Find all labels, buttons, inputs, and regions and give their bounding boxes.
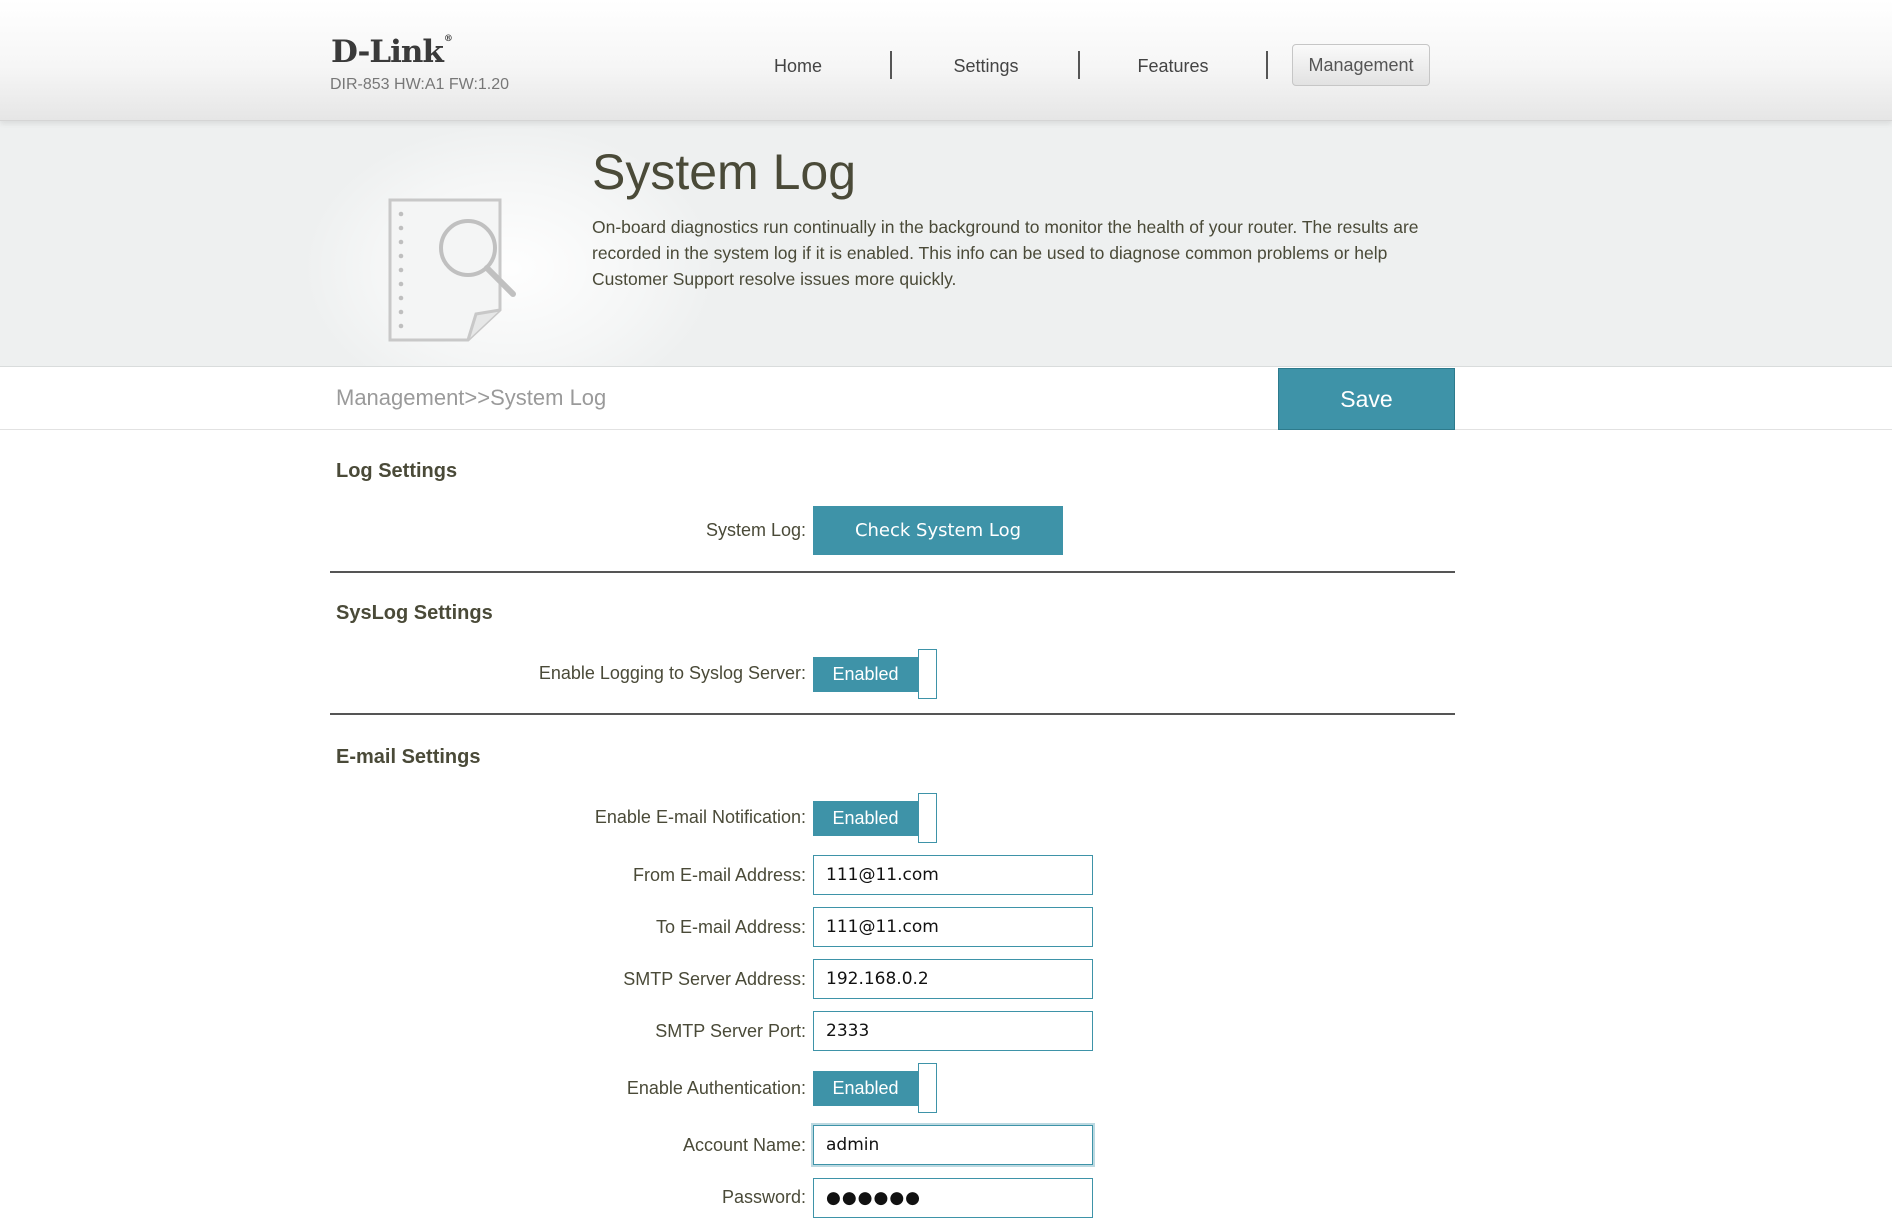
toggle-knob[interactable] [918, 1063, 937, 1113]
account-name-label: Account Name: [682, 1135, 806, 1155]
toggle-state: Enabled [813, 657, 918, 692]
breadcrumb: Management>>System Log [336, 385, 607, 410]
save-button[interactable]: Save [1278, 368, 1455, 430]
to-email-label: To E-mail Address: [655, 917, 806, 937]
section-divider [330, 571, 1455, 573]
page-description: On-board diagnostics run continually in … [592, 217, 1419, 289]
from-email-label: From E-mail Address: [632, 865, 806, 885]
smtp-address-label: SMTP Server Address: [623, 969, 806, 989]
syslog-enable-toggle[interactable]: Enabled [813, 649, 938, 699]
from-email-field[interactable]: 111@11.com [813, 855, 1093, 895]
nav-features[interactable]: Features [1130, 54, 1216, 78]
nav-separator [890, 51, 892, 79]
check-system-log-button[interactable]: Check System Log [813, 506, 1063, 555]
log-settings-title: Log Settings [336, 460, 458, 482]
to-email-field[interactable]: 111@11.com [813, 907, 1093, 947]
smtp-port-label: SMTP Server Port: [655, 1021, 806, 1041]
system-log-label: System Log: [705, 520, 806, 540]
password-field[interactable]: ●●●●●● [813, 1178, 1093, 1218]
dlink-logo[interactable]: D-Link® [331, 34, 453, 70]
nav-management[interactable]: Management [1292, 44, 1430, 86]
nav-separator [1266, 51, 1268, 79]
model-info: DIR-853 HW:A1 FW:1.20 [330, 76, 510, 93]
email-notification-label: Enable E-mail Notification: [594, 807, 806, 827]
document-search-icon [376, 190, 516, 350]
authentication-toggle[interactable]: Enabled [813, 1063, 938, 1113]
section-divider [330, 713, 1455, 715]
toggle-knob[interactable] [918, 649, 937, 699]
syslog-enable-label: Enable Logging to Syslog Server: [538, 663, 806, 683]
authentication-label: Enable Authentication: [626, 1078, 806, 1098]
smtp-address-field[interactable]: 192.168.0.2 [813, 959, 1093, 999]
nav-settings[interactable]: Settings [945, 54, 1027, 78]
account-name-field[interactable]: admin [813, 1125, 1093, 1165]
brand-name: D-Link [331, 34, 444, 70]
toggle-state: Enabled [813, 801, 918, 836]
password-label: Password: [721, 1187, 806, 1207]
email-settings-title: E-mail Settings [336, 746, 481, 768]
page: D-Link® DIR-853 HW:A1 FW:1.20 Home Setti… [0, 0, 1892, 1223]
top-header: D-Link® DIR-853 HW:A1 FW:1.20 Home Setti… [0, 0, 1892, 121]
smtp-port-field[interactable]: 2333 [813, 1011, 1093, 1051]
toggle-knob[interactable] [918, 793, 937, 843]
toggle-state: Enabled [813, 1071, 918, 1106]
nav-home[interactable]: Home [758, 54, 838, 78]
registered-mark: ® [443, 34, 453, 44]
breadcrumb-bar [0, 367, 1892, 430]
syslog-settings-title: SysLog Settings [336, 602, 493, 624]
email-notification-toggle[interactable]: Enabled [813, 793, 938, 843]
page-title: System Log [592, 144, 857, 200]
nav-separator [1078, 51, 1080, 79]
